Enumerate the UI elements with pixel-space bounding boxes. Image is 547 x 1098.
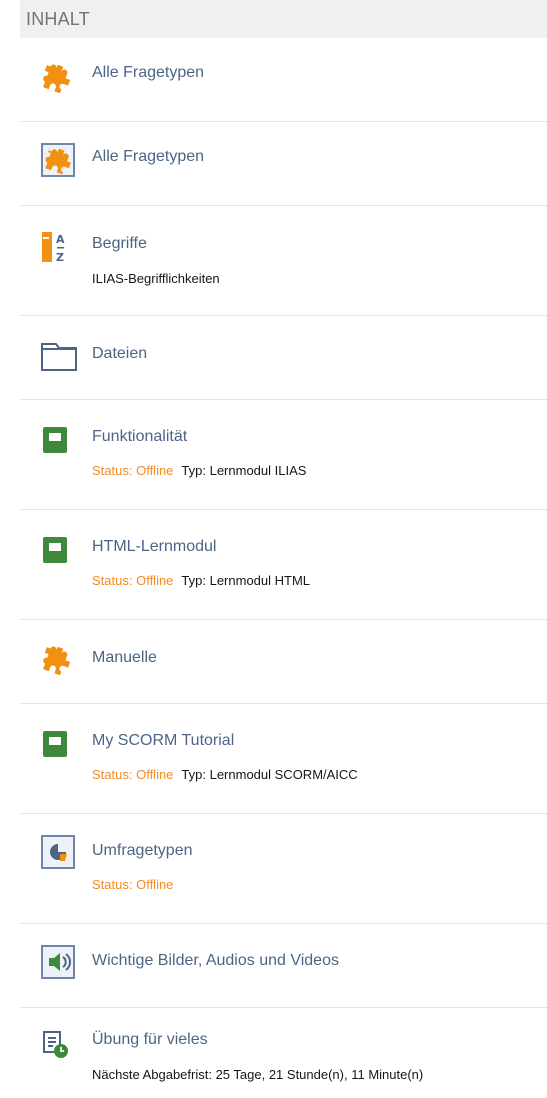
list-item: Umfragetypen Status: Offline: [20, 814, 547, 924]
content-panel: INHALT Alle Fragetypen Alle Fragetypen A…: [20, 0, 547, 1087]
item-description: ILIAS-Begrifflichkeiten: [92, 271, 220, 286]
item-title-link[interactable]: My SCORM Tutorial: [92, 732, 234, 750]
list-item: HTML-Lernmodul Status: Offline Typ: Lernm…: [20, 510, 547, 620]
item-properties: Status: Offline Typ: Lernmodul SCORM/AICC: [92, 767, 358, 782]
svg-text:A: A: [56, 233, 65, 246]
list-item: Wichtige Bilder, Audios und Videos: [20, 924, 547, 1008]
puzzle-icon: [40, 644, 72, 676]
status-offline: Status: Offline: [92, 877, 174, 892]
learning-module-icon: [40, 424, 72, 456]
item-title-link[interactable]: Umfragetypen: [92, 842, 193, 860]
item-title-link[interactable]: Wichtige Bilder, Audios und Videos: [92, 952, 339, 970]
section-header: INHALT: [20, 0, 547, 38]
item-properties: Status: Offline Typ: Lernmodul HTML: [92, 573, 310, 588]
item-title-link[interactable]: Alle Fragetypen: [92, 148, 204, 166]
puzzle-framed-icon: [40, 142, 76, 178]
item-title-link[interactable]: Übung für vieles: [92, 1031, 208, 1049]
learning-module-icon: [40, 728, 72, 760]
list-item: Funktionalität Status: Offline Typ: Lernm…: [20, 400, 547, 510]
list-item: Manuelle: [20, 620, 547, 704]
item-type: Typ: Lernmodul HTML: [181, 573, 311, 588]
item-properties: Status: Offline Typ: Lernmodul ILIAS: [92, 463, 306, 478]
list-item: Alle Fragetypen: [20, 38, 547, 122]
list-item: Dateien: [20, 316, 547, 400]
glossary-icon: AZ: [40, 230, 72, 264]
item-deadline: Nächste Abgabefrist: 25 Tage, 21 Stunde(…: [92, 1067, 424, 1082]
folder-icon: [40, 340, 78, 372]
item-type: Typ: Lernmodul ILIAS: [181, 463, 307, 478]
list-item: Übung für vieles Nächste Abgabefrist: 25…: [20, 1008, 547, 1098]
svg-text:Z: Z: [56, 251, 64, 264]
status-offline: Status: Offline: [92, 463, 174, 478]
status-offline: Status: Offline: [92, 767, 174, 782]
learning-module-icon: [40, 534, 72, 566]
item-title-link[interactable]: Dateien: [92, 345, 147, 363]
list-item: Alle Fragetypen: [20, 122, 547, 206]
left-gutter: [0, 0, 20, 1087]
puzzle-icon: [40, 62, 72, 94]
item-title-link[interactable]: Begriffe: [92, 235, 147, 253]
item-title-link[interactable]: HTML-Lernmodul: [92, 538, 216, 556]
list-item: My SCORM Tutorial Status: Offline Typ: Le…: [20, 704, 547, 814]
item-properties: Status: Offline: [92, 877, 181, 892]
item-title-link[interactable]: Manuelle: [92, 649, 157, 667]
status-offline: Status: Offline: [92, 573, 174, 588]
exercise-icon: [40, 1028, 72, 1060]
item-title-link[interactable]: Alle Fragetypen: [92, 64, 204, 82]
item-type: Typ: Lernmodul SCORM/AICC: [181, 767, 358, 782]
list-item: AZ Begriffe ILIAS-Begrifflichkeiten: [20, 206, 547, 316]
survey-icon: [40, 834, 76, 870]
item-title-link[interactable]: Funktionalität: [92, 428, 187, 446]
media-pool-icon: [40, 944, 76, 980]
